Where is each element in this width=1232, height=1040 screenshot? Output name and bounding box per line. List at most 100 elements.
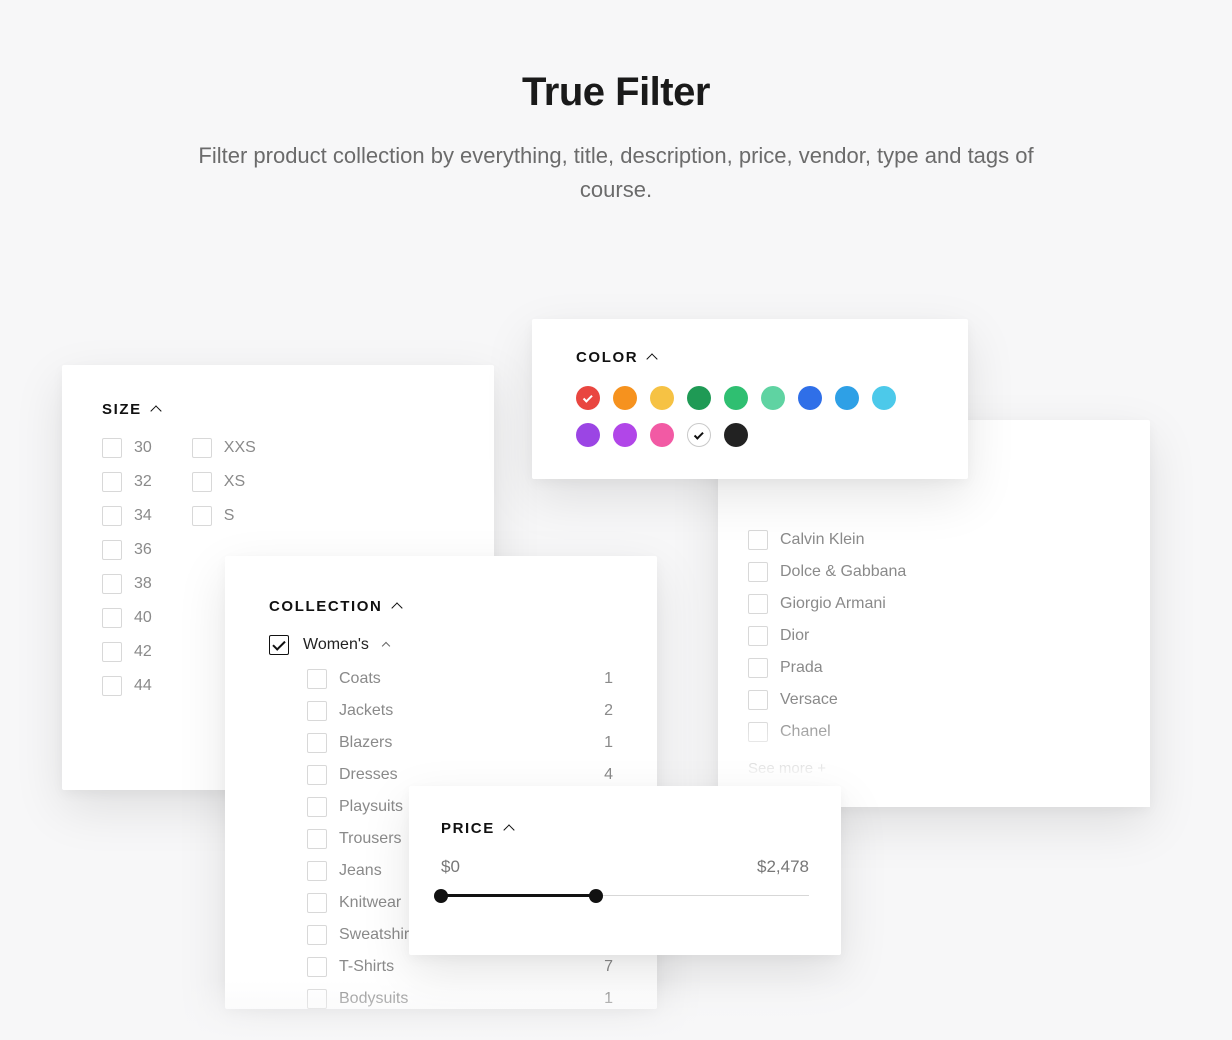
checkbox-icon[interactable] [748,658,768,678]
collection-option[interactable]: Bodysuits1 [307,989,613,1009]
color-swatch-orange[interactable] [613,386,637,410]
brand-see-more[interactable]: See more + [748,760,1120,777]
checkbox-checked-icon[interactable] [269,635,289,655]
checkbox-icon[interactable] [102,608,122,628]
size-option[interactable]: XXS [192,438,256,458]
color-swatch-blue-light[interactable] [835,386,859,410]
color-swatch-violet[interactable] [576,423,600,447]
collection-option-label: Jackets [339,703,393,719]
checkbox-icon[interactable] [748,722,768,742]
checkbox-icon[interactable] [307,701,327,721]
size-option[interactable]: 40 [102,608,152,628]
size-option[interactable]: 44 [102,676,152,696]
size-option[interactable]: 34 [102,506,152,526]
checkbox-icon[interactable] [102,540,122,560]
checkbox-icon[interactable] [748,594,768,614]
size-option[interactable]: 42 [102,642,152,662]
checkbox-icon[interactable] [192,472,212,492]
collection-parent-row[interactable]: Women's [269,635,613,655]
checkbox-icon[interactable] [102,642,122,662]
collection-option-label: Dresses [339,767,398,783]
collection-option[interactable]: T-Shirts7 [307,957,613,977]
checkbox-icon[interactable] [102,438,122,458]
collection-option-count: 2 [604,703,613,719]
brand-option[interactable]: Dolce & Gabbana [748,562,1120,582]
brand-option[interactable]: Dior [748,626,1120,646]
size-option-label: 40 [134,610,152,626]
price-title-row[interactable]: PRICE [441,820,809,837]
size-option[interactable]: S [192,506,256,526]
collection-option-label: Knitwear [339,895,401,911]
color-swatch-pink[interactable] [650,423,674,447]
collection-option[interactable]: Dresses 4 [307,765,613,785]
size-option[interactable]: 36 [102,540,152,560]
color-swatch-red[interactable] [576,386,600,410]
collection-option-label: Playsuits [339,799,403,815]
size-option[interactable]: XS [192,472,256,492]
brand-option[interactable]: Chanel [748,722,1120,742]
collection-option[interactable]: Coats1 [307,669,613,689]
size-title-row[interactable]: SIZE [102,401,454,418]
color-swatch-teal[interactable] [761,386,785,410]
slider-handle-max[interactable] [589,889,603,903]
checkbox-icon[interactable] [748,562,768,582]
brand-option[interactable]: Calvin Klein [748,530,1120,550]
color-swatch-yellow[interactable] [650,386,674,410]
checkbox-icon[interactable] [748,530,768,550]
checkbox-icon[interactable] [748,690,768,710]
color-swatch-purple[interactable] [613,423,637,447]
price-filter-card: PRICE $0 $2,478 [409,786,841,955]
checkbox-icon[interactable] [102,676,122,696]
color-swatch-black[interactable] [724,423,748,447]
checkbox-icon[interactable] [102,574,122,594]
check-icon [582,392,592,402]
collection-option-count: 1 [604,671,613,687]
checkbox-icon[interactable] [307,733,327,753]
size-option-label: 30 [134,440,152,456]
chevron-up-icon [503,824,514,835]
brand-option-label: Chanel [780,724,831,740]
hero-subtitle: Filter product collection by everything,… [186,139,1046,207]
checkbox-icon[interactable] [307,957,327,977]
checkbox-icon[interactable] [102,506,122,526]
checkbox-icon[interactable] [102,472,122,492]
brand-option-label: Dolce & Gabbana [780,564,906,580]
checkbox-icon[interactable] [307,925,327,945]
size-option[interactable]: 32 [102,472,152,492]
checkbox-icon[interactable] [192,506,212,526]
color-swatch-green[interactable] [724,386,748,410]
color-swatch-white[interactable] [687,423,711,447]
checkbox-icon[interactable] [307,893,327,913]
checkbox-icon[interactable] [307,861,327,881]
checkbox-icon[interactable] [307,669,327,689]
slider-handle-min[interactable] [434,889,448,903]
checkbox-icon[interactable] [307,989,327,1009]
collection-option-label: Blazers [339,735,392,751]
price-slider[interactable] [441,887,809,905]
collection-option[interactable]: Jackets 2 [307,701,613,721]
check-icon [693,429,703,439]
color-title-row[interactable]: COLOR [576,349,924,366]
brand-option[interactable]: Giorgio Armani [748,594,1120,614]
color-swatch-blue[interactable] [798,386,822,410]
checkbox-icon[interactable] [748,626,768,646]
collection-parent-label: Women's [303,636,369,654]
checkbox-icon[interactable] [307,829,327,849]
collection-option-label: Trousers [339,831,402,847]
brand-option-label: Giorgio Armani [780,596,886,612]
size-option[interactable]: 30 [102,438,152,458]
size-option-label: 34 [134,508,152,524]
size-option[interactable]: 38 [102,574,152,594]
color-swatch-green-dark[interactable] [687,386,711,410]
collection-option-count: 4 [604,767,613,783]
price-max-label: $2,478 [757,857,809,877]
color-swatch-cyan[interactable] [872,386,896,410]
brand-option[interactable]: Prada [748,658,1120,678]
size-option-label: XXS [224,440,256,456]
checkbox-icon[interactable] [192,438,212,458]
collection-option[interactable]: Blazers1 [307,733,613,753]
checkbox-icon[interactable] [307,765,327,785]
brand-option[interactable]: Versace [748,690,1120,710]
collection-title-row[interactable]: COLLECTION [269,598,613,615]
checkbox-icon[interactable] [307,797,327,817]
